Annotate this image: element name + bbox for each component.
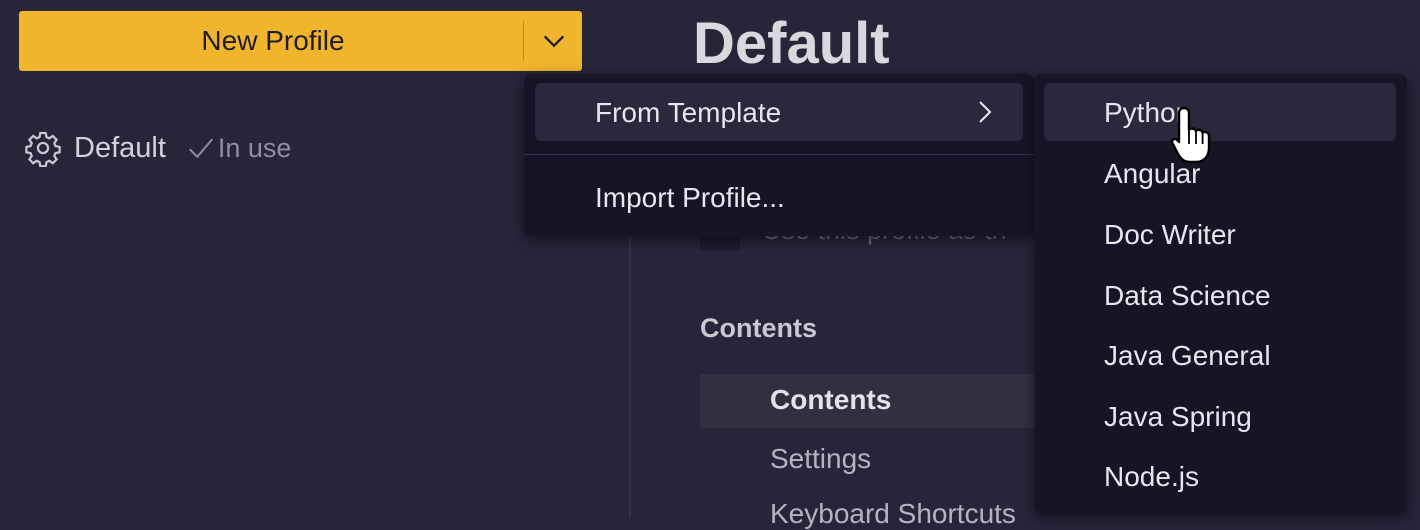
button-separator: [523, 21, 524, 61]
profile-item-default[interactable]: Default In use: [24, 128, 291, 168]
template-item-python[interactable]: Python: [1044, 83, 1396, 141]
profile-status: In use: [217, 132, 292, 163]
template-item-nodejs[interactable]: Node.js: [1104, 461, 1199, 493]
contents-heading: Contents: [700, 313, 817, 343]
contents-nav-settings[interactable]: Settings: [770, 443, 871, 475]
gear-icon: [25, 131, 61, 167]
new-profile-button[interactable]: New Profile: [19, 11, 582, 71]
chevron-right-icon: [979, 101, 992, 123]
menu-separator: [524, 154, 1034, 155]
contents-nav-contents-label: Contents: [770, 384, 892, 415]
template-item-java-general[interactable]: Java General: [1104, 340, 1271, 372]
hand-pointer-cursor-icon: [1170, 106, 1211, 164]
template-item-java-spring[interactable]: Java Spring: [1104, 401, 1252, 433]
template-item-doc-writer[interactable]: Doc Writer: [1104, 219, 1236, 251]
check-icon: [188, 138, 213, 159]
profile-name: Default: [74, 131, 166, 164]
page-title: Default: [693, 11, 890, 76]
menu-item-import-profile[interactable]: Import Profile...: [595, 182, 785, 214]
new-profile-menu: From Template Import Profile...: [524, 74, 1034, 236]
chevron-down-icon[interactable]: [540, 27, 568, 55]
from-template-label: From Template: [595, 97, 782, 128]
new-profile-label: New Profile: [201, 25, 345, 56]
menu-item-from-template[interactable]: From Template: [535, 83, 1023, 141]
template-item-data-science[interactable]: Data Science: [1104, 280, 1271, 312]
template-submenu: Python Angular Doc Writer Data Science J…: [1035, 74, 1407, 514]
contents-nav-keyboard-shortcuts[interactable]: Keyboard Shortcuts: [770, 498, 1016, 530]
contents-nav-contents[interactable]: Contents: [700, 374, 1040, 428]
